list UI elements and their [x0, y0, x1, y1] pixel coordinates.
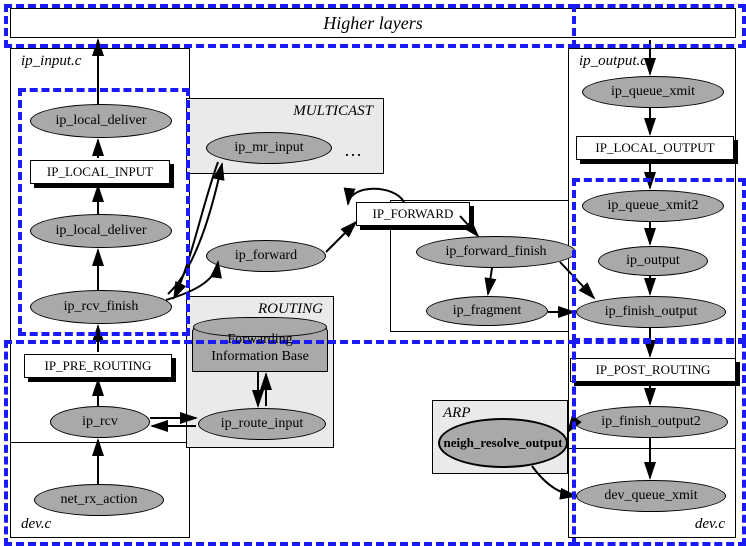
node-ip-rcv: ip_rcv: [50, 406, 150, 438]
label-ip-output: ip_output.c: [579, 53, 647, 70]
label-arp: ARP: [443, 405, 471, 422]
label-dev-left: dev.c: [21, 516, 51, 533]
ellipsis-icon: …: [344, 140, 362, 161]
node-fib: Forwarding Information Base: [192, 326, 328, 372]
node-dev-queue-xmit: dev_queue_xmit: [576, 480, 726, 512]
node-fib-label: Forwarding Information Base: [193, 332, 327, 366]
hook-ip-local-output: IP_LOCAL_OUTPUT: [576, 136, 734, 160]
node-ip-forward: ip_forward: [206, 240, 326, 272]
higher-layers-header: Higher layers: [10, 8, 736, 38]
node-ip-rcv-finish: ip_rcv_finish: [30, 290, 172, 324]
node-ip-mr-input: ip_mr_input: [206, 132, 332, 164]
node-ip-route-input: ip_route_input: [198, 408, 326, 440]
node-net-rx-action: net_rx_action: [34, 484, 164, 516]
node-ip-queue-xmit2: ip_queue_xmit2: [582, 190, 724, 222]
node-ip-forward-finish: ip_forward_finish: [416, 236, 576, 268]
node-ip-finish-output2: ip_finish_output2: [574, 406, 728, 438]
node-neigh-resolve-output: neigh_resolve_output: [438, 418, 568, 468]
label-multicast: MULTICAST: [293, 103, 373, 120]
node-ip-local-deliver: ip_local_deliver: [30, 214, 172, 248]
label-routing: ROUTING: [258, 301, 323, 318]
node-ip-finish-output: ip_finish_output: [576, 296, 726, 328]
node-ip-local-deliver-top: ip_local_deliver: [30, 104, 172, 138]
hook-ip-forward: IP_FORWARD: [356, 202, 470, 226]
hook-ip-post-routing: IP_POST_ROUTING: [570, 358, 736, 382]
hook-ip-local-input: IP_LOCAL_INPUT: [30, 160, 170, 184]
label-ip-input: ip_input.c: [21, 53, 81, 70]
hook-ip-pre-routing: IP_PRE_ROUTING: [24, 354, 172, 378]
node-ip-queue-xmit: ip_queue_xmit: [582, 76, 724, 108]
node-ip-output: ip_output: [598, 246, 708, 276]
label-dev-right: dev.c: [695, 516, 725, 533]
node-ip-fragment: ip_fragment: [426, 296, 548, 326]
